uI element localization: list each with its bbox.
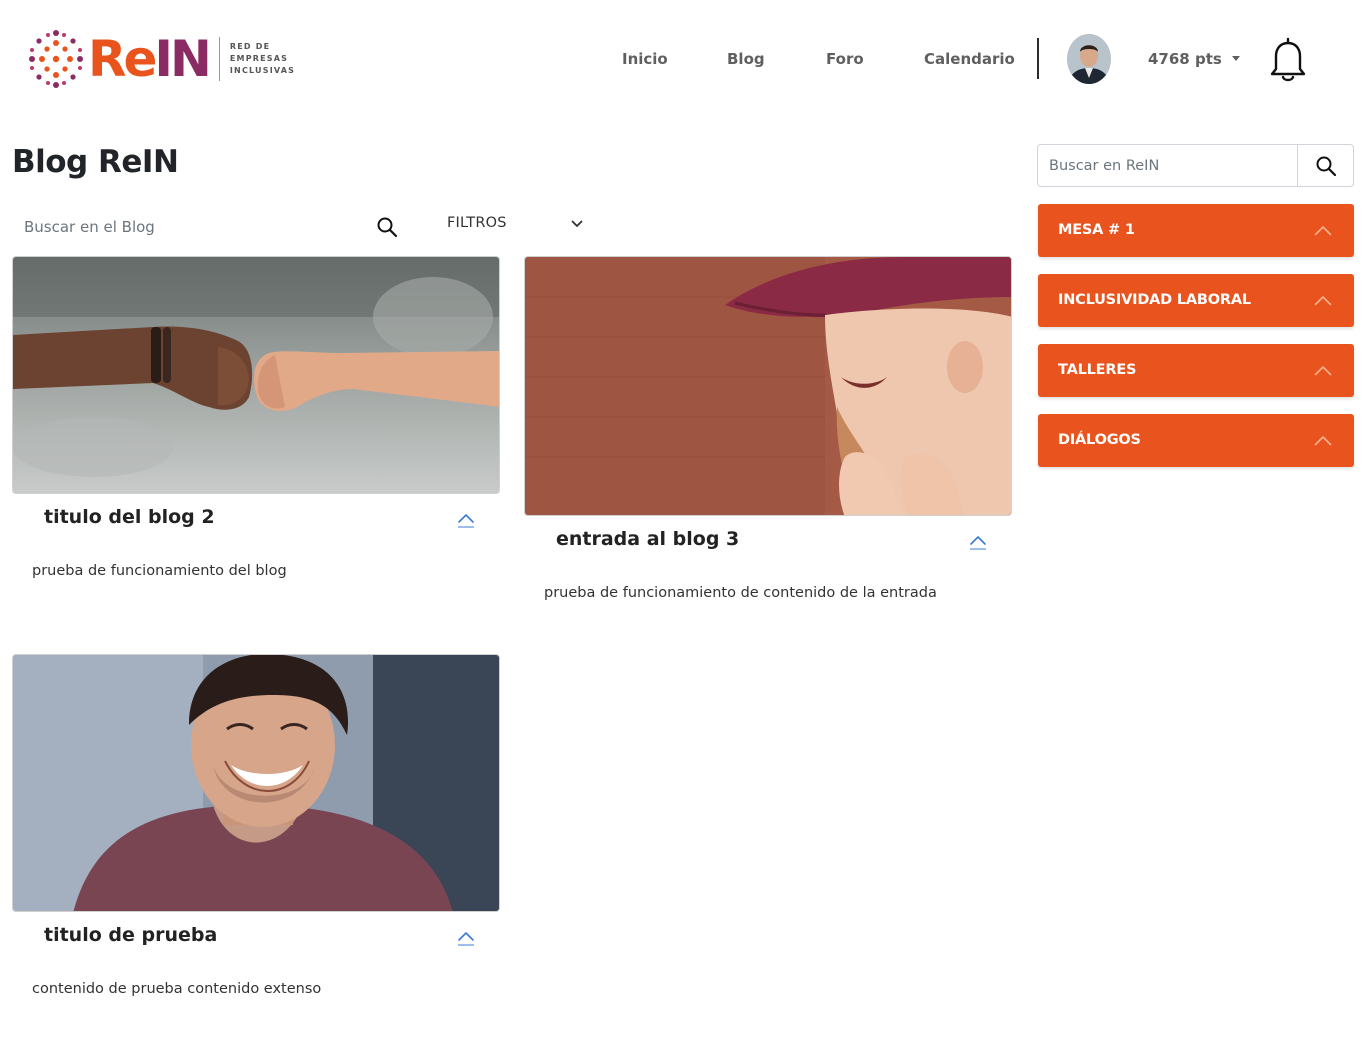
- post-title[interactable]: titulo del blog 2: [44, 506, 215, 528]
- accordion-inclusividad-laboral[interactable]: INCLUSIVIDAD LABORAL: [1038, 274, 1354, 327]
- chevron-up-icon[interactable]: [456, 930, 476, 946]
- site-search-input[interactable]: [1038, 145, 1297, 186]
- blog-search-input[interactable]: [12, 208, 372, 246]
- site-search-button[interactable]: [1297, 145, 1353, 186]
- chevron-up-icon: [1314, 296, 1332, 306]
- blog-post-card: titulo del blog 2 prueba de funcionamien…: [12, 256, 500, 579]
- avatar-photo: [1067, 34, 1111, 84]
- post-title[interactable]: entrada al blog 3: [556, 528, 739, 550]
- nav-link-blog[interactable]: Blog: [727, 50, 765, 68]
- logo-wordmark: ReIN: [88, 30, 212, 88]
- search-icon: [1316, 156, 1336, 176]
- bell-icon[interactable]: [1268, 36, 1308, 82]
- chevron-up-icon[interactable]: [456, 512, 476, 528]
- chevron-up-icon: [1314, 366, 1332, 376]
- rein-logo[interactable]: ReIN RED DE EMPRESAS INCLUSIVAS: [28, 28, 295, 90]
- filters-dropdown[interactable]: FILTROS: [447, 214, 589, 238]
- chevron-up-icon[interactable]: [968, 534, 988, 550]
- chevron-down-icon: [571, 220, 583, 227]
- filters-label: FILTROS: [447, 215, 507, 231]
- nav-link-calendario[interactable]: Calendario: [924, 50, 1015, 68]
- chevron-up-icon: [1314, 226, 1332, 236]
- page-title: Blog ReIN: [12, 144, 179, 180]
- accordion-label: INCLUSIVIDAD LABORAL: [1058, 292, 1251, 308]
- nav-link-inicio[interactable]: Inicio: [622, 50, 668, 68]
- post-excerpt: prueba de funcionamiento de contenido de…: [544, 585, 937, 601]
- post-image[interactable]: [12, 256, 500, 494]
- smiling-man-photo: [13, 655, 499, 911]
- blog-post-card: titulo de prueba contenido de prueba con…: [12, 654, 500, 997]
- logo-tagline: RED DE EMPRESAS INCLUSIVAS: [230, 41, 295, 77]
- accordion-dialogos[interactable]: DIÁLOGOS: [1038, 414, 1354, 467]
- site-header: ReIN RED DE EMPRESAS INCLUSIVAS Inicio B…: [0, 0, 1366, 120]
- logo-tagline-line: RED DE: [229, 42, 271, 51]
- blog-post-card: entrada al blog 3 prueba de funcionamien…: [524, 256, 1012, 601]
- points-value: 4768 pts: [1148, 50, 1222, 68]
- accordion-mesa-1[interactable]: MESA # 1: [1038, 204, 1354, 257]
- post-excerpt: contenido de prueba contenido extenso: [32, 981, 322, 997]
- post-image[interactable]: [12, 654, 500, 912]
- nav-link-foro[interactable]: Foro: [826, 50, 864, 68]
- nav-divider: [1037, 38, 1039, 79]
- blog-search: [12, 208, 408, 246]
- accordion-talleres[interactable]: TALLERES: [1038, 344, 1354, 397]
- logo-tagline-line: EMPRESAS: [229, 54, 289, 63]
- logo-divider: [218, 37, 220, 81]
- points-dropdown[interactable]: 4768 pts: [1148, 50, 1240, 68]
- post-excerpt: prueba de funcionamiento del blog: [32, 563, 287, 579]
- logo-tagline-line: INCLUSIVAS: [229, 66, 296, 75]
- accordion-label: DIÁLOGOS: [1058, 432, 1141, 448]
- logo-dots-icon: [29, 30, 83, 88]
- search-icon[interactable]: [376, 216, 398, 238]
- post-title[interactable]: titulo de prueba: [44, 924, 217, 946]
- user-avatar[interactable]: [1067, 34, 1111, 84]
- accordion-label: MESA # 1: [1058, 222, 1135, 238]
- laughing-man-cap-photo: [525, 257, 1011, 515]
- post-image[interactable]: [524, 256, 1012, 516]
- fist-bump-photo: [13, 257, 499, 493]
- caret-down-icon: [1231, 56, 1240, 61]
- site-search: [1037, 144, 1354, 187]
- chevron-up-icon: [1314, 436, 1332, 446]
- accordion-label: TALLERES: [1058, 362, 1137, 378]
